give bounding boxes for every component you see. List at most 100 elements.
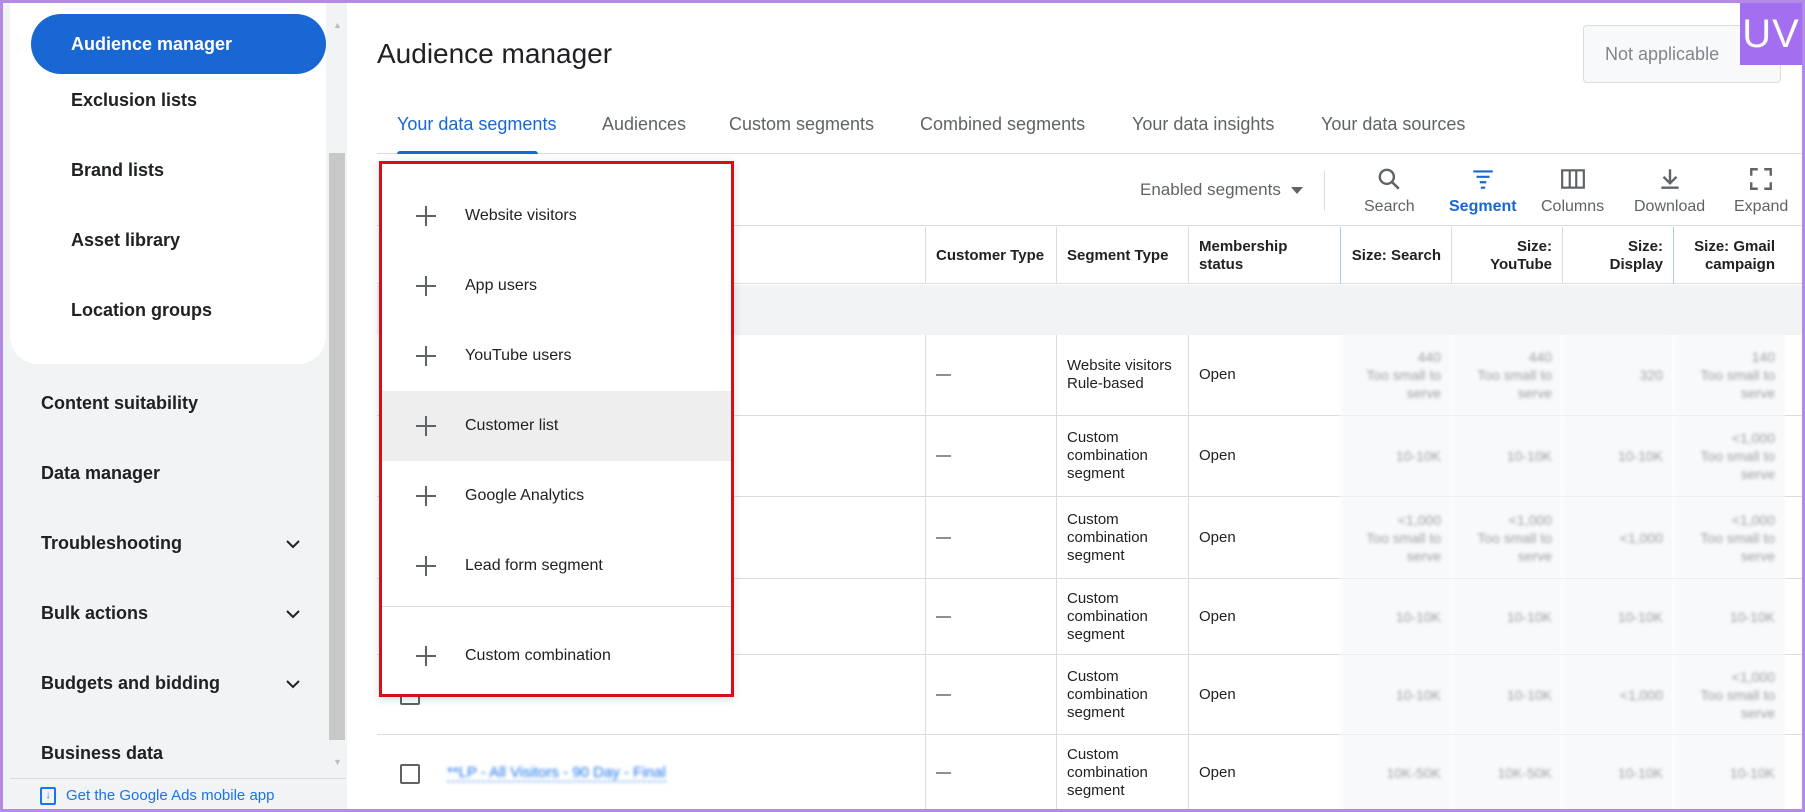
size-cell: 10-10K <box>1562 416 1673 496</box>
size-cell: 10-10K <box>1340 579 1451 654</box>
expand-button[interactable]: Expand <box>1734 166 1788 216</box>
size-value: 10-10K <box>1729 608 1775 625</box>
segment-type-cell: Custom combination segment <box>1056 735 1188 811</box>
search-icon <box>1378 168 1401 190</box>
size-cell: 140 Too small to serve <box>1673 335 1785 415</box>
segment-type-cell: Custom combination segment <box>1056 497 1188 578</box>
menu-item-app-users[interactable]: App users <box>382 251 731 321</box>
size-value: 10-10K <box>1395 448 1441 464</box>
download-button[interactable]: Download <box>1634 166 1705 216</box>
size-value: 440 <box>1417 349 1441 365</box>
sidebar-item-exclusion-lists[interactable]: Exclusion lists <box>71 90 197 111</box>
size-value: 140 <box>1751 349 1775 365</box>
size-cell: <1,000 Too small to serve <box>1451 497 1562 578</box>
sidebar-item-budgets-and-bidding[interactable]: Budgets and bidding <box>41 673 301 694</box>
chevron-down-icon[interactable] <box>285 676 301 692</box>
column-header-size-display[interactable]: Size: Display <box>1562 227 1673 284</box>
customer-type-cell: — <box>925 416 1056 496</box>
tab-your-data-sources[interactable]: Your data sources <box>1321 114 1465 135</box>
page-title: Audience manager <box>377 38 613 69</box>
sidebar-item-label: Budgets and bidding <box>41 673 220 693</box>
sidebar-item-troubleshooting[interactable]: Troubleshooting <box>41 533 301 554</box>
search-button-label: Search <box>1364 198 1415 215</box>
size-cell: 10-10K <box>1451 579 1562 654</box>
sidebar-item-content-suitability[interactable]: Content suitability <box>41 393 301 414</box>
sidebar-item-label: Bulk actions <box>41 603 149 623</box>
sidebar-submenu-card: Audience manager Exclusion lists Brand l… <box>10 0 326 364</box>
size-value: 320 <box>1639 367 1663 383</box>
segment-button[interactable]: Segment <box>1449 166 1517 216</box>
menu-item-google-analytics[interactable]: Google Analytics <box>382 461 731 531</box>
size-value: 10-10K <box>1617 448 1663 464</box>
download-icon <box>1660 169 1679 189</box>
columns-button[interactable]: Columns <box>1541 166 1604 216</box>
segment-icon <box>1473 170 1493 189</box>
size-value: 10-10K <box>1506 608 1552 625</box>
columns-icon <box>1560 169 1585 189</box>
size-value: Too small to serve <box>1700 529 1775 564</box>
sidebar-item-audience-manager[interactable]: Audience manager <box>31 14 326 74</box>
menu-item-lead-form-segment[interactable]: Lead form segment <box>382 531 731 601</box>
size-value: Too small to serve <box>1700 448 1775 482</box>
mobile-app-link[interactable]: ↓ Get the Google Ads mobile app <box>10 778 346 812</box>
size-value: Too small to serve <box>1477 367 1552 401</box>
plus-icon <box>416 416 436 436</box>
menu-item-custom-combination[interactable]: Custom combination <box>382 621 731 691</box>
size-cell: <1,000 Too small to serve <box>1673 655 1785 734</box>
column-header-membership-status[interactable]: Membership status <box>1188 227 1340 284</box>
sidebar: Audience manager Exclusion lists Brand l… <box>0 0 347 812</box>
membership-status-cell: Open <box>1188 416 1340 496</box>
column-header-segment-type[interactable]: Segment Type <box>1056 227 1188 284</box>
active-tab-indicator <box>397 151 538 154</box>
size-cell: 10-10K <box>1340 655 1451 734</box>
size-value: <1,000 <box>1731 668 1775 685</box>
size-cell: 440 Too small to serve <box>1451 335 1562 415</box>
membership-status-cell: Open <box>1188 579 1340 654</box>
search-button[interactable]: Search <box>1364 166 1415 216</box>
size-value: <1,000 <box>1397 511 1441 528</box>
scroll-down-arrow-icon[interactable]: ▼ <box>333 757 342 767</box>
sidebar-item-business-data[interactable]: Business data <box>41 743 301 764</box>
membership-status-cell: Open <box>1188 735 1340 811</box>
plus-icon <box>416 646 436 666</box>
tab-your-data-segments[interactable]: Your data segments <box>397 114 556 135</box>
chevron-down-icon[interactable] <box>285 536 301 552</box>
plus-icon <box>416 276 436 296</box>
size-value: <1,000 <box>1508 511 1552 528</box>
sidebar-item-bulk-actions[interactable]: Bulk actions <box>41 603 301 624</box>
sidebar-item-data-manager[interactable]: Data manager <box>41 463 301 484</box>
sidebar-scrollbar[interactable] <box>329 153 345 740</box>
chevron-down-icon[interactable] <box>285 606 301 622</box>
column-header-size-youtube[interactable]: Size: YouTube <box>1451 227 1562 284</box>
column-header-customer-type[interactable]: Customer Type <box>925 227 1056 284</box>
size-cell: 320 <box>1562 335 1673 415</box>
tab-custom-segments[interactable]: Custom segments <box>729 114 874 135</box>
menu-item-label: Lead form segment <box>465 557 603 574</box>
sidebar-item-location-groups[interactable]: Location groups <box>71 300 212 321</box>
dropdown-caret-icon <box>1290 186 1303 194</box>
menu-item-youtube-users[interactable]: YouTube users <box>382 321 731 391</box>
row-checkbox[interactable] <box>400 763 420 784</box>
column-header-size-gmail[interactable]: Size: Gmail campaign <box>1673 227 1785 284</box>
mobile-app-link-label: Get the Google Ads mobile app <box>66 787 275 804</box>
sidebar-item-label: Content suitability <box>41 393 198 413</box>
size-value: 10-10K <box>1617 608 1663 625</box>
size-cell: <1,000 Too small to serve <box>1340 497 1451 578</box>
customer-type-cell: — <box>925 735 1056 811</box>
menu-item-customer-list[interactable]: Customer list <box>382 391 731 461</box>
menu-item-label: Customer list <box>465 417 559 434</box>
menu-item-label: Website visitors <box>465 207 577 224</box>
tab-combined-segments[interactable]: Combined segments <box>920 114 1085 135</box>
segment-name-link[interactable]: **LP - All Visitors - 90 Day - Final <box>447 764 666 782</box>
tab-audiences[interactable]: Audiences <box>602 114 686 135</box>
segment-status-filter[interactable]: Enabled segments <box>1140 180 1303 200</box>
size-cell: <1,000 Too small to serve <box>1673 416 1785 496</box>
sidebar-item-asset-library[interactable]: Asset library <box>71 230 180 251</box>
column-header-size-search[interactable]: Size: Search <box>1340 227 1451 284</box>
table-row[interactable]: **LP - All Visitors - 90 Day - Final — Cus… <box>377 735 1802 812</box>
sidebar-item-brand-lists[interactable]: Brand lists <box>71 160 164 181</box>
membership-status-cell: Open <box>1188 655 1340 734</box>
menu-item-website-visitors[interactable]: Website visitors <box>382 181 731 251</box>
tab-your-data-insights[interactable]: Your data insights <box>1132 114 1274 135</box>
scroll-up-arrow-icon[interactable]: ▲ <box>333 20 342 30</box>
